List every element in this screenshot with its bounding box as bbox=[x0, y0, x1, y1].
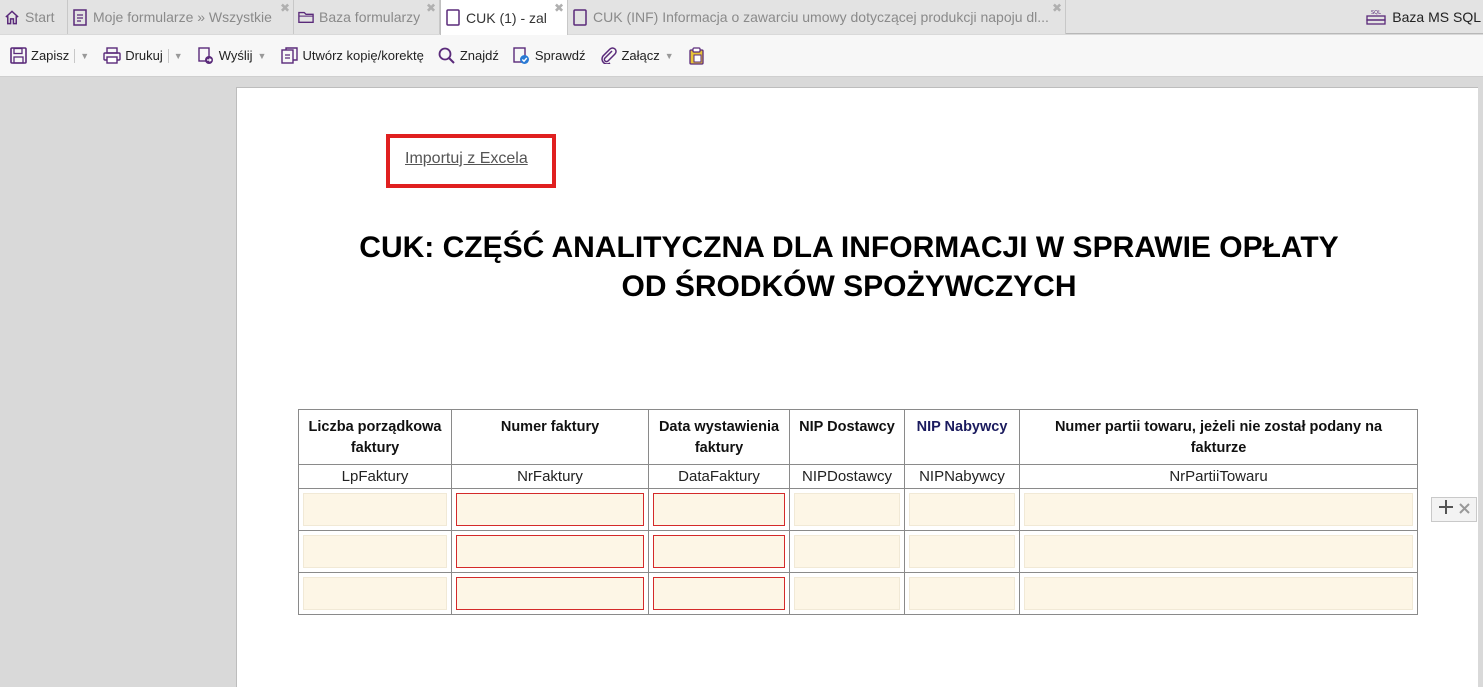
nr-faktury-input[interactable] bbox=[456, 577, 644, 610]
tab-bar: Start Moje formularze » Wszystkie ✖ Baza… bbox=[0, 0, 1483, 35]
check-label: Sprawdź bbox=[534, 48, 586, 63]
create-copy-button[interactable]: Utwórz kopię/korektę bbox=[280, 47, 424, 65]
table-row bbox=[298, 530, 1418, 573]
column-header: Numer faktury bbox=[451, 409, 649, 465]
field-tag: LpFaktury bbox=[298, 464, 452, 489]
field-tag: NIPDostawcy bbox=[789, 464, 905, 489]
tab-start[interactable]: Start bbox=[0, 0, 68, 34]
nr-partii-towaru-input[interactable] bbox=[1024, 535, 1413, 568]
nip-nabywcy-input[interactable] bbox=[909, 577, 1015, 610]
close-icon[interactable]: ✖ bbox=[554, 2, 564, 14]
search-icon bbox=[438, 47, 456, 65]
create-copy-label: Utwórz kopię/korektę bbox=[302, 48, 424, 63]
page-icon bbox=[572, 8, 588, 26]
find-button[interactable]: Znajdź bbox=[438, 47, 499, 65]
nip-nabywcy-input[interactable] bbox=[909, 493, 1015, 526]
find-label: Znajdź bbox=[459, 48, 499, 63]
data-faktury-input[interactable] bbox=[653, 535, 785, 568]
field-tag: DataFaktury bbox=[648, 464, 790, 489]
send-button[interactable]: Wyślij ▼ bbox=[197, 46, 267, 65]
tab-label: CUK (1) - zal bbox=[466, 9, 547, 26]
clipboard-button[interactable] bbox=[688, 46, 710, 65]
data-faktury-input[interactable] bbox=[653, 493, 785, 526]
send-icon bbox=[197, 46, 215, 65]
field-tag: NrFaktury bbox=[451, 464, 649, 489]
divider bbox=[74, 48, 76, 63]
divider bbox=[167, 48, 169, 63]
attach-button[interactable]: Załącz ▼ bbox=[599, 47, 674, 65]
data-faktury-input[interactable] bbox=[653, 577, 785, 610]
printer-icon bbox=[103, 47, 121, 65]
tab-label: Baza formularzy bbox=[319, 9, 421, 25]
remove-row-icon[interactable] bbox=[1459, 501, 1471, 519]
tab-baza-ms-sql[interactable]: SQL Baza MS SQL bbox=[1366, 0, 1483, 34]
table-row bbox=[298, 488, 1418, 531]
invoice-table: Liczba porządkowa faktury Numer faktury … bbox=[298, 409, 1418, 615]
document-area: Importuj z Excela CUK: CZĘŚĆ ANALITYCZNA… bbox=[0, 78, 1483, 687]
tab-label: CUK (INF) Informacja o zawarciu umowy do… bbox=[593, 9, 1049, 25]
tab-cuk-inf[interactable]: CUK (INF) Informacja o zawarciu umowy do… bbox=[568, 0, 1066, 34]
table-header-row: Liczba porządkowa faktury Numer faktury … bbox=[298, 409, 1418, 465]
page-title: CUK: CZĘŚĆ ANALITYCZNA DLA INFORMACJI W … bbox=[277, 228, 1421, 306]
tab-label: Baza MS SQL bbox=[1392, 9, 1481, 25]
nr-faktury-input[interactable] bbox=[456, 535, 644, 568]
tab-baza-formularzy[interactable]: Baza formularzy ✖ bbox=[294, 0, 440, 34]
save-label: Zapisz bbox=[31, 48, 70, 63]
save-icon bbox=[9, 47, 27, 65]
send-label: Wyślij bbox=[218, 48, 253, 63]
column-header: Liczba porządkowa faktury bbox=[298, 409, 452, 465]
column-header: NIP Nabywcy bbox=[904, 409, 1020, 465]
nip-dostawcy-input[interactable] bbox=[794, 493, 900, 526]
print-label: Drukuj bbox=[125, 48, 163, 63]
database-icon: SQL bbox=[1366, 8, 1386, 26]
nip-dostawcy-input[interactable] bbox=[794, 535, 900, 568]
chevron-down-icon[interactable]: ▼ bbox=[80, 51, 89, 61]
nip-dostawcy-input[interactable] bbox=[794, 577, 900, 610]
import-excel-link[interactable]: Importuj z Excela bbox=[405, 150, 528, 168]
tab-cuk-active[interactable]: CUK (1) - zal ✖ bbox=[440, 0, 568, 35]
title-line-1: CUK: CZĘŚĆ ANALITYCZNA DLA INFORMACJI W … bbox=[359, 231, 1339, 264]
nip-nabywcy-input[interactable] bbox=[909, 535, 1015, 568]
home-icon bbox=[4, 8, 20, 26]
svg-text:SQL: SQL bbox=[1371, 10, 1381, 16]
check-button[interactable]: Sprawdź bbox=[513, 46, 586, 65]
column-header: Numer partii towaru, jeżeli nie został p… bbox=[1019, 409, 1418, 465]
chevron-down-icon[interactable]: ▼ bbox=[665, 51, 674, 61]
document-icon bbox=[72, 8, 88, 26]
paperclip-icon bbox=[599, 47, 617, 65]
tab-label: Start bbox=[25, 9, 55, 25]
copy-icon bbox=[280, 47, 298, 65]
column-header: NIP Dostawcy bbox=[789, 409, 905, 465]
field-tag: NIPNabywcy bbox=[904, 464, 1020, 489]
title-line-2: OD ŚRODKÓW SPOŻYWCZYCH bbox=[621, 270, 1077, 303]
folder-icon bbox=[298, 8, 314, 26]
tab-moje-formularze[interactable]: Moje formularze » Wszystkie ✖ bbox=[68, 0, 294, 34]
nr-faktury-input[interactable] bbox=[456, 493, 644, 526]
close-icon[interactable]: ✖ bbox=[280, 2, 290, 14]
add-row-icon[interactable] bbox=[1438, 499, 1454, 520]
page-icon bbox=[445, 9, 461, 27]
nr-partii-towaru-input[interactable] bbox=[1024, 493, 1413, 526]
lp-faktury-input[interactable] bbox=[303, 577, 447, 610]
attach-label: Załącz bbox=[621, 48, 660, 63]
print-button[interactable]: Drukuj ▼ bbox=[103, 47, 183, 65]
close-icon[interactable]: ✖ bbox=[426, 2, 436, 14]
form-page: Importuj z Excela CUK: CZĘŚĆ ANALITYCZNA… bbox=[236, 87, 1478, 687]
nr-partii-towaru-input[interactable] bbox=[1024, 577, 1413, 610]
lp-faktury-input[interactable] bbox=[303, 493, 447, 526]
chevron-down-icon[interactable]: ▼ bbox=[174, 51, 183, 61]
table-tag-row: LpFaktury NrFaktury DataFaktury NIPDosta… bbox=[298, 464, 1418, 489]
table-row bbox=[298, 572, 1418, 615]
column-header: Data wystawienia faktury bbox=[648, 409, 790, 465]
close-icon[interactable]: ✖ bbox=[1052, 2, 1062, 14]
save-button[interactable]: Zapisz ▼ bbox=[9, 47, 89, 65]
tab-label: Moje formularze » Wszystkie bbox=[93, 9, 272, 25]
row-tools bbox=[1431, 497, 1477, 522]
chevron-down-icon[interactable]: ▼ bbox=[258, 51, 267, 61]
field-tag: NrPartiiTowaru bbox=[1019, 464, 1418, 489]
check-icon bbox=[513, 46, 531, 65]
clipboard-icon bbox=[688, 46, 706, 65]
lp-faktury-input[interactable] bbox=[303, 535, 447, 568]
toolbar: Zapisz ▼ Drukuj ▼ Wyślij ▼ Utwórz kopię/… bbox=[0, 35, 1483, 77]
